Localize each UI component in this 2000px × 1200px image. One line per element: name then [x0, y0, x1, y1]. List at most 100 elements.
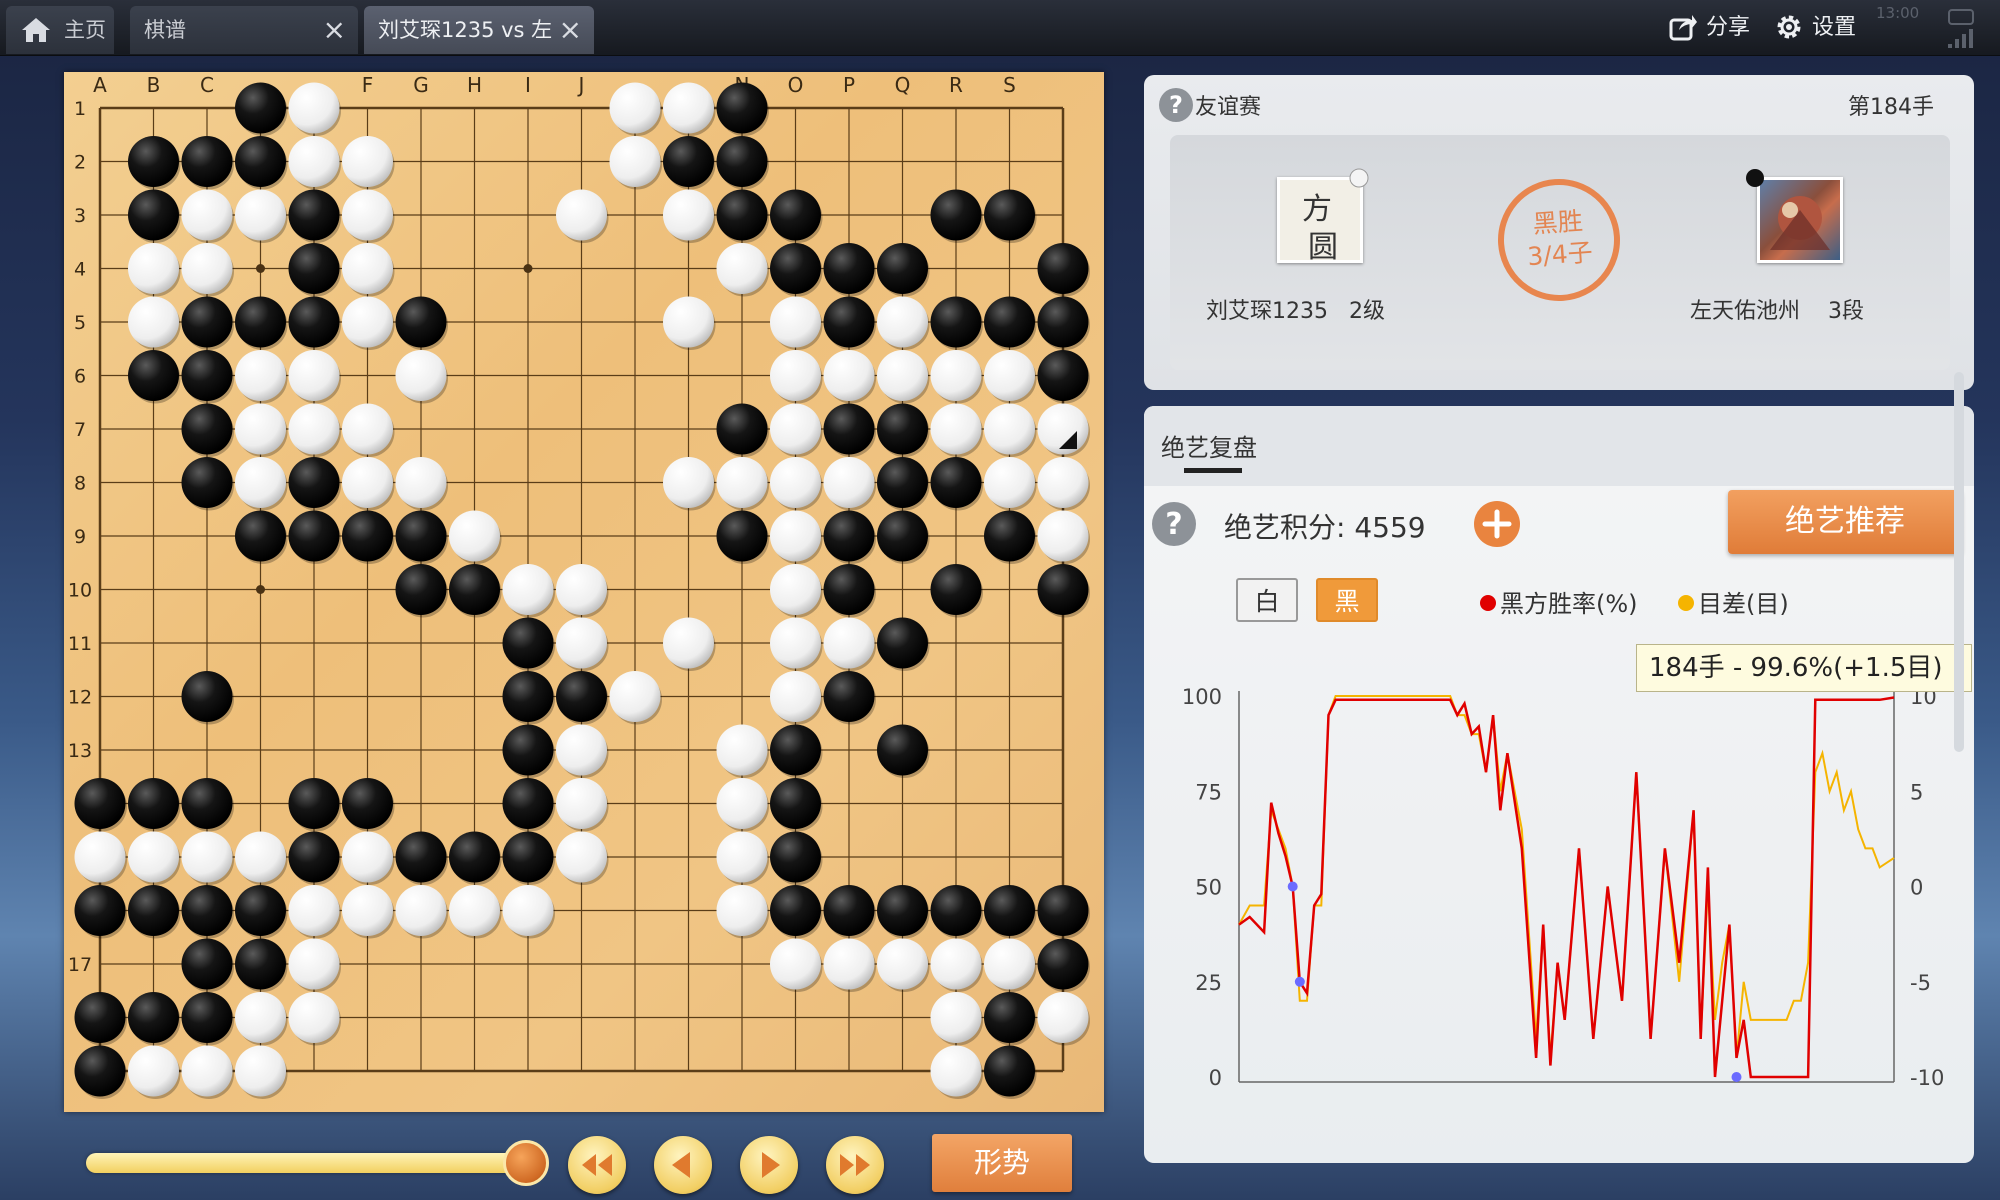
white-stone[interactable]	[342, 296, 393, 348]
black-stone[interactable]	[877, 243, 928, 294]
black-stone[interactable]	[770, 189, 821, 241]
black-stone[interactable]	[1037, 296, 1089, 348]
black-stone[interactable]	[74, 1045, 126, 1097]
last-move-button[interactable]	[826, 1136, 884, 1194]
white-stone[interactable]	[609, 82, 661, 134]
black-stone[interactable]	[288, 243, 340, 294]
white-stone[interactable]	[770, 671, 821, 722]
white-stone[interactable]	[342, 885, 393, 936]
black-stone[interactable]	[663, 136, 714, 187]
white-stone[interactable]	[770, 457, 821, 508]
black-stone[interactable]	[235, 885, 286, 936]
black-stone[interactable]	[288, 831, 340, 883]
white-stone[interactable]	[930, 350, 982, 401]
white-stone[interactable]	[235, 457, 286, 508]
prev-move-button[interactable]	[654, 1136, 712, 1194]
add-icon[interactable]	[1474, 501, 1520, 547]
settings-button[interactable]: 设置	[1774, 0, 1884, 56]
black-stone[interactable]	[823, 243, 875, 294]
black-stone[interactable]	[1037, 564, 1089, 615]
black-stone[interactable]	[128, 350, 179, 401]
black-stone[interactable]	[181, 885, 233, 936]
black-stone[interactable]	[770, 778, 821, 829]
white-stone[interactable]	[342, 243, 393, 294]
avatar-white-player[interactable]	[1757, 177, 1843, 263]
black-stone[interactable]	[984, 189, 1035, 241]
black-stone[interactable]	[181, 457, 233, 508]
white-stone[interactable]	[823, 938, 875, 990]
white-stone[interactable]	[556, 189, 607, 241]
black-stone[interactable]	[984, 296, 1035, 348]
tab-kifu[interactable]: 棋谱 ×	[130, 6, 358, 54]
black-stone[interactable]	[984, 885, 1035, 936]
winrate-chart[interactable]: 0255075100-10-50510	[1144, 686, 1974, 1136]
white-stone[interactable]	[288, 82, 340, 134]
white-stone[interactable]	[128, 243, 179, 294]
white-stone[interactable]	[449, 510, 500, 562]
black-stone[interactable]	[342, 778, 393, 829]
go-board[interactable]: ABCFGHIJNOPQRS1234567891011121317	[64, 72, 1104, 1112]
black-stone[interactable]	[716, 136, 768, 187]
white-stone[interactable]	[663, 617, 714, 669]
white-stone[interactable]	[663, 457, 714, 508]
close-icon[interactable]: ×	[323, 6, 346, 54]
white-stone[interactable]	[556, 831, 607, 883]
white-stone[interactable]	[1037, 510, 1089, 562]
black-stone[interactable]	[395, 564, 447, 615]
scrollbar[interactable]	[1954, 372, 1964, 752]
black-stone[interactable]	[930, 564, 982, 615]
black-stone[interactable]	[288, 510, 340, 562]
tab-game[interactable]: 刘艾琛1235 vs 左 ×	[364, 6, 594, 54]
white-stone[interactable]	[1037, 992, 1089, 1043]
white-stone[interactable]	[770, 350, 821, 401]
black-stone[interactable]	[235, 296, 286, 348]
black-stone[interactable]	[288, 457, 340, 508]
white-stone[interactable]	[770, 938, 821, 990]
black-stone[interactable]	[74, 778, 126, 829]
black-stone[interactable]	[1037, 350, 1089, 401]
white-stone[interactable]	[716, 778, 768, 829]
black-stone[interactable]	[288, 189, 340, 241]
white-stone[interactable]	[502, 564, 554, 615]
white-stone[interactable]	[877, 938, 928, 990]
white-stone[interactable]	[823, 350, 875, 401]
key-move-point[interactable]	[1287, 881, 1298, 892]
black-stone[interactable]	[877, 617, 928, 669]
white-stone[interactable]	[128, 296, 179, 348]
black-stone[interactable]	[235, 136, 286, 187]
white-stone[interactable]	[770, 564, 821, 615]
black-stone[interactable]	[235, 510, 286, 562]
black-stone[interactable]	[823, 510, 875, 562]
black-stone[interactable]	[984, 1045, 1035, 1097]
black-stone[interactable]	[823, 296, 875, 348]
white-stone[interactable]	[556, 778, 607, 829]
help-icon[interactable]: ?	[1150, 500, 1198, 548]
board-grid[interactable]: ABCFGHIJNOPQRS1234567891011121317	[64, 72, 1104, 1112]
black-stone[interactable]	[235, 938, 286, 990]
black-stone[interactable]	[502, 724, 554, 776]
white-stone[interactable]	[984, 938, 1035, 990]
white-stone[interactable]	[716, 243, 768, 294]
slider-handle[interactable]	[503, 1140, 549, 1186]
black-stone[interactable]	[716, 82, 768, 134]
white-stone[interactable]	[342, 136, 393, 187]
white-stone[interactable]	[235, 189, 286, 241]
black-stone[interactable]	[823, 564, 875, 615]
white-stone[interactable]	[288, 350, 340, 401]
key-move-point[interactable]	[1294, 976, 1305, 987]
close-icon[interactable]: ×	[559, 6, 582, 54]
black-stone[interactable]	[502, 831, 554, 883]
white-stone[interactable]	[181, 189, 233, 241]
white-stone[interactable]	[930, 403, 982, 455]
tab-ai-review[interactable]: 绝艺复盘	[1161, 428, 1257, 463]
white-stone[interactable]	[984, 403, 1035, 455]
black-stone[interactable]	[502, 778, 554, 829]
black-stone[interactable]	[770, 724, 821, 776]
black-stone[interactable]	[74, 885, 126, 936]
black-stone[interactable]	[877, 403, 928, 455]
white-stone[interactable]	[181, 243, 233, 294]
white-stone[interactable]	[128, 831, 179, 883]
black-stone[interactable]	[877, 885, 928, 936]
white-stone[interactable]	[235, 350, 286, 401]
help-icon[interactable]: ?	[1158, 87, 1194, 123]
